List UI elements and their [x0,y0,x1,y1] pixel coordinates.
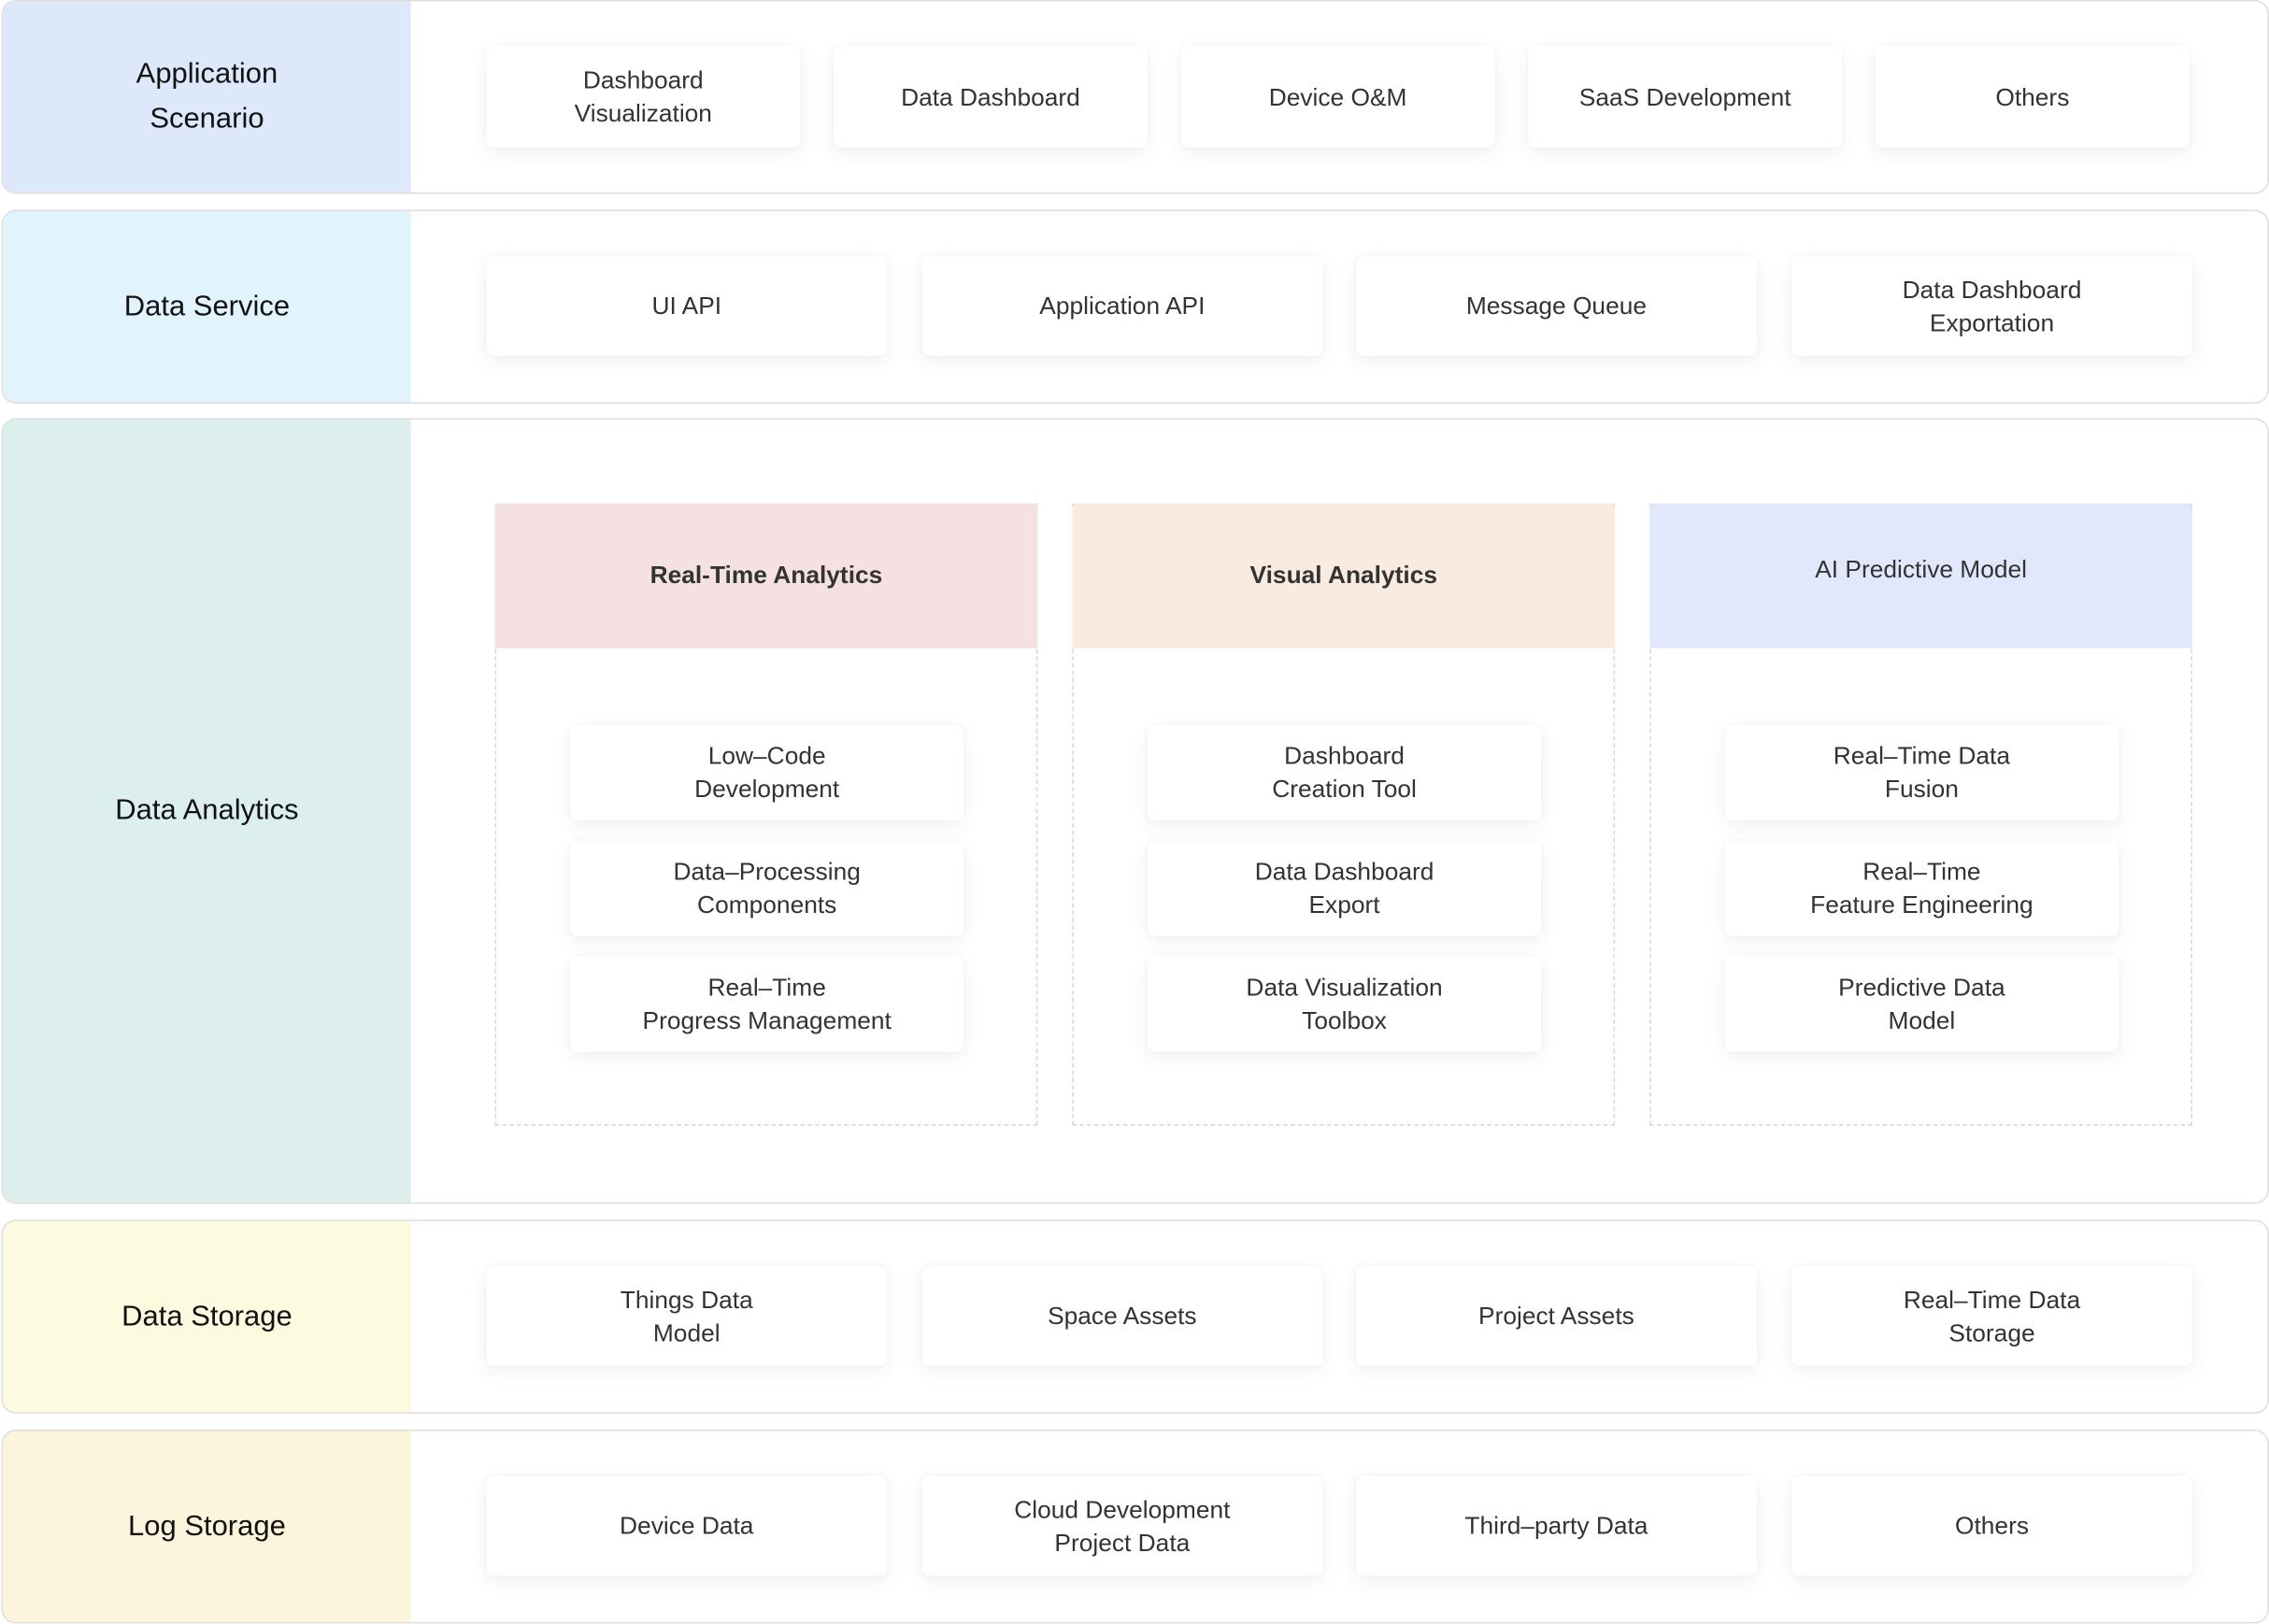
item-card: Data Dashboard Exportation [1791,256,2192,356]
layer-label: Log Storage [3,1431,411,1622]
item-card: Things Data Model [486,1265,888,1366]
layer-data-storage: Data Storage Things Data Model Space Ass… [1,1219,2269,1414]
item-card: Message Queue [1355,256,1757,356]
item-card: Data Dashboard [833,46,1148,148]
column-header: AI Predictive Model [1649,503,2192,648]
layer-label: Application Scenario [3,1,411,192]
column-header: Real-Time Analytics [494,503,1038,648]
item-card: Third–party Data [1355,1475,1757,1576]
architecture-diagram: Application Scenario Dashboard Visualiza… [0,0,2269,1624]
layer-label: Data Service [3,211,411,403]
item-card: Dashboard Visualization [486,46,801,148]
item-card: Real–Time Feature Engineering [1724,840,2119,936]
layer-application-scenario: Application Scenario Dashboard Visualiza… [1,0,2269,194]
column-ai-predictive-model: AI Predictive Model Real–Time Data Fusio… [1649,503,2192,1126]
item-card: SaaS Development [1528,46,1843,148]
layer-data-analytics: Data Analytics Real-Time Analytics Low–C… [1,418,2269,1204]
item-card: Real–Time Progress Management [570,956,964,1052]
item-card: Others [1791,1475,2192,1576]
item-card: Real–Time Data Fusion [1724,724,2119,820]
layer-data-service: Data Service UI API Application API Mess… [1,209,2269,405]
item-card: Data Visualization Toolbox [1147,956,1542,1052]
item-card: Application API [921,256,1323,356]
item-card: Project Assets [1355,1265,1757,1366]
layer-log-storage: Log Storage Device Data Cloud Developmen… [1,1429,2269,1624]
item-card: Space Assets [921,1265,1323,1366]
item-card: Cloud Development Project Data [921,1475,1323,1576]
item-card: Low–Code Development [570,724,964,820]
layer-label: Data Storage [3,1220,411,1413]
item-card: Device Data [486,1475,888,1576]
column-header: Visual Analytics [1072,503,1616,648]
item-card: Data Dashboard Export [1147,840,1542,936]
column-visual-analytics: Visual Analytics Dashboard Creation Tool… [1072,503,1616,1126]
item-card: Data–Processing Components [570,840,964,936]
layer-label: Data Analytics [3,420,411,1203]
item-card: Real–Time Data Storage [1791,1265,2192,1366]
column-real-time-analytics: Real-Time Analytics Low–Code Development… [494,503,1038,1126]
item-card: Others [1875,46,2190,148]
item-card: Device O&M [1180,46,1495,148]
item-card: UI API [486,256,888,356]
item-card: Dashboard Creation Tool [1147,724,1542,820]
item-card: Predictive Data Model [1724,956,2119,1052]
